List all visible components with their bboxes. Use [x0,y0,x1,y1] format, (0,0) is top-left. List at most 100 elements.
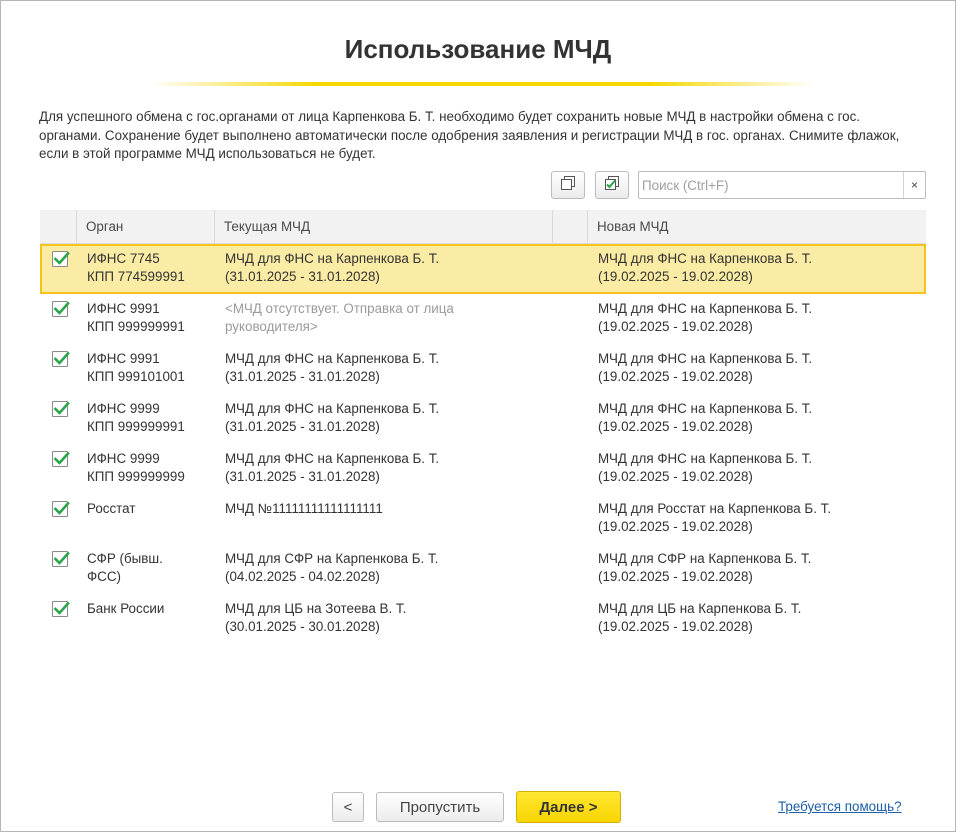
check-all-icon [603,174,621,197]
cell-new-line: (19.02.2025 - 19.02.2028) [598,419,753,434]
cell-new-line: (19.02.2025 - 19.02.2028) [598,569,753,584]
cell-current-line: (31.01.2025 - 31.01.2028) [225,269,380,284]
table-row[interactable]: ИФНС 9999 КПП 999999999 МЧД для ФНС на Кар… [40,444,926,494]
header-organ[interactable]: Орган [76,210,214,244]
cell-new: МЧД для СФР на Карпенкова Б. Т. (19.02.20… [598,550,811,586]
help-link[interactable]: Требуется помощь? [778,799,902,814]
back-button[interactable]: < [332,792,364,822]
cell-current-line: (31.01.2025 - 31.01.2028) [225,419,380,434]
table-row[interactable]: ИФНС 7745 КПП 774599991 МЧД для ФНС на Кар… [40,244,926,294]
table-row[interactable]: СФР (бывш. ФСС) МЧД для СФР на Карпенкова … [40,544,926,594]
cell-current-line: МЧД для ФНС на Карпенкова Б. Т. [225,251,440,266]
checkmark-icon [53,401,70,415]
checkmark-icon [53,451,70,465]
cell-organ-line: КПП 999999991 [87,319,185,334]
cell-current: МЧД для ФНС на Карпенкова Б. Т. (31.01.20… [225,350,439,386]
table-row[interactable]: ИФНС 9999 КПП 999999991 МЧД для ФНС на Кар… [40,394,926,444]
cell-organ: ИФНС 9991 КПП 999999991 [87,300,185,336]
cell-current: <МЧД отсутствует. Отправка от лица руково… [225,300,454,336]
cell-organ-line: Банк России [87,601,165,616]
cell-organ-line: КПП 774599991 [87,269,185,284]
cell-organ-line: ИФНС 9999 [87,451,160,466]
cell-new-line: (19.02.2025 - 19.02.2028) [598,369,753,384]
search-input[interactable] [639,172,901,198]
cell-new: МЧД для ФНС на Карпенкова Б. Т. (19.02.20… [598,400,812,436]
table-header: Орган Текущая МЧД Новая МЧД [40,210,926,244]
next-button[interactable]: Далее > [516,791,621,823]
cell-current-line: МЧД для ФНС на Карпенкова Б. Т. [225,451,440,466]
cell-organ-line: КПП 999999991 [87,419,185,434]
header-spacer-column [552,210,587,244]
cell-new-line: МЧД для Росстат на Карпенкова Б. Т. [598,501,832,516]
cell-new-line: МЧД для ФНС на Карпенкова Б. Т. [598,251,813,266]
row-checkbox[interactable] [52,601,70,617]
row-checkbox[interactable] [52,401,70,417]
checkmark-icon [53,601,70,615]
cell-new: МЧД для ФНС на Карпенкова Б. Т. (19.02.20… [598,300,812,336]
cell-current-line: руководителя> [225,319,318,334]
table-row[interactable]: ИФНС 9991 КПП 999101001 МЧД для ФНС на Кар… [40,344,926,394]
cell-new-line: МЧД для ЦБ на Карпенкова Б. Т. [598,601,802,616]
cell-new-line: (19.02.2025 - 19.02.2028) [598,469,753,484]
title-underline [150,82,816,86]
cell-organ: ИФНС 9999 КПП 999999991 [87,400,185,436]
cell-current: МЧД для СФР на Карпенкова Б. Т. (04.02.20… [225,550,438,586]
cell-new-line: МЧД для ФНС на Карпенкова Б. Т. [598,401,813,416]
header-new-mchd[interactable]: Новая МЧД [587,210,926,244]
table-row[interactable]: Банк России МЧД для ЦБ на Зотеева В. Т. (3… [40,594,926,644]
cell-new-line: (19.02.2025 - 19.02.2028) [598,519,753,534]
checkmark-icon [53,551,70,565]
description-text: Для успешного обмена с гос.органами от л… [39,109,900,161]
cell-new: МЧД для ФНС на Карпенкова Б. Т. (19.02.20… [598,350,812,386]
cell-new-line: МЧД для ФНС на Карпенкова Б. Т. [598,451,813,466]
page-title: Использование МЧД [344,34,612,64]
table-row[interactable]: ИФНС 9991 КПП 999999991 <МЧД отсутствует. … [40,294,926,344]
search-clear-button[interactable]: × [903,172,925,198]
cell-new-line: МЧД для ФНС на Карпенкова Б. Т. [598,301,813,316]
cell-new-line: (19.02.2025 - 19.02.2028) [598,269,753,284]
cell-organ-line: ИФНС 9999 [87,401,160,416]
cell-organ-line: ИФНС 9991 [87,301,160,316]
cell-organ-line: ФСС) [87,569,121,584]
cell-new: МЧД для Росстат на Карпенкова Б. Т. (19.0… [598,500,831,536]
cell-organ-line: ИФНС 7745 [87,251,160,266]
row-checkbox[interactable] [52,451,70,467]
cell-current-line: (30.01.2025 - 30.01.2028) [225,619,380,634]
cell-organ: СФР (бывш. ФСС) [87,550,163,586]
header-checkbox-column [40,210,76,244]
cell-new-line: МЧД для СФР на Карпенкова Б. Т. [598,551,812,566]
table-row[interactable]: Росстат МЧД №11111111111111111 МЧД для Рос… [40,494,926,544]
cell-organ: Банк России [87,600,164,618]
cell-current: МЧД для ФНС на Карпенкова Б. Т. (31.01.20… [225,450,439,486]
checkmark-icon [53,251,70,265]
row-checkbox[interactable] [52,251,70,267]
cell-new-line: МЧД для ФНС на Карпенкова Б. Т. [598,351,813,366]
row-checkbox[interactable] [52,301,70,317]
cell-current-line: МЧД для СФР на Карпенкова Б. Т. [225,551,439,566]
uncheck-all-button[interactable] [551,171,585,199]
cell-current-line: МЧД для ЦБ на Зотеева В. Т. [225,601,407,616]
cell-organ: Росстат [87,500,135,518]
search-box: × [638,171,926,199]
cell-organ: ИФНС 9999 КПП 999999999 [87,450,185,486]
table-body: ИФНС 7745 КПП 774599991 МЧД для ФНС на Кар… [40,244,926,644]
cell-organ-line: Росстат [87,501,136,516]
check-all-button[interactable] [595,171,629,199]
cell-organ-line: ИФНС 9991 [87,351,160,366]
cell-organ-line: КПП 999101001 [87,369,185,384]
row-checkbox[interactable] [52,501,70,517]
checkmark-icon [53,501,70,515]
cell-current: МЧД для ФНС на Карпенкова Б. Т. (31.01.20… [225,250,439,286]
cell-organ-line: СФР (бывш. [87,551,163,566]
row-checkbox[interactable] [52,551,70,567]
cell-current: МЧД для ФНС на Карпенкова Б. Т. (31.01.20… [225,400,439,436]
row-checkbox[interactable] [52,351,70,367]
cell-organ: ИФНС 7745 КПП 774599991 [87,250,185,286]
cell-current-line: МЧД для ФНС на Карпенкова Б. Т. [225,351,440,366]
cell-organ: ИФНС 9991 КПП 999101001 [87,350,185,386]
cell-new: МЧД для ФНС на Карпенкова Б. Т. (19.02.20… [598,250,812,286]
checkmark-icon [53,351,70,365]
checkmark-icon [53,301,70,315]
header-current-mchd[interactable]: Текущая МЧД [214,210,552,244]
skip-button[interactable]: Пропустить [376,792,504,822]
